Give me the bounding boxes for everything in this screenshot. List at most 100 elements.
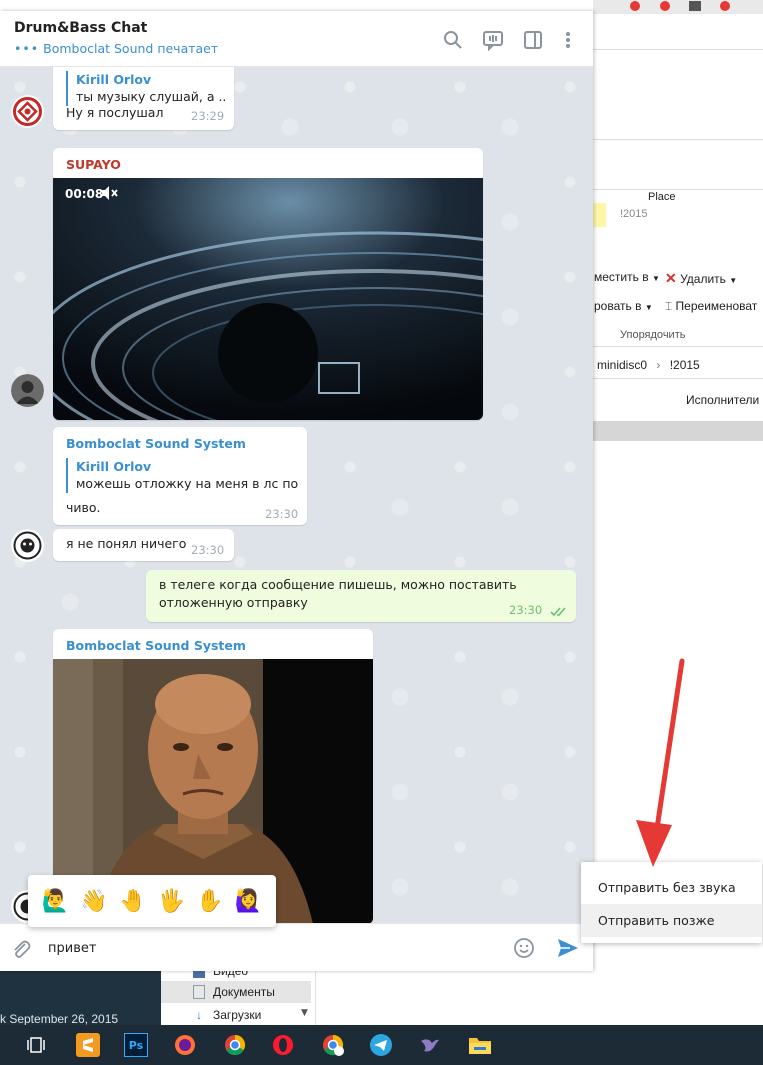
explorer-ribbon-tabs xyxy=(593,100,763,140)
sender-name[interactable]: Bomboclat Sound System xyxy=(66,436,246,451)
emoji-suggestions: 🙋‍♂️ 👋 🤚 🖐 ✋ 🙋‍♀️ xyxy=(28,875,276,927)
muted-speaker-icon[interactable] xyxy=(101,185,119,205)
reply-preview[interactable]: Kirill Orlov ты музыку слушай, а ... xyxy=(66,71,226,106)
emoji-picker-icon[interactable] xyxy=(513,937,535,963)
dropdown-arrow-icon: ▼ xyxy=(644,303,653,312)
rename-icon: ⌶ xyxy=(665,299,673,313)
message-bubble[interactable]: Kirill Orlov ты музыку слушай, а ... Ну … xyxy=(53,67,234,130)
delete-button[interactable]: ✕ Удалить ▼ xyxy=(665,270,737,287)
messages-area[interactable]: Kirill Orlov ты музыку слушай, а ... Ну … xyxy=(0,67,593,923)
emoji-suggestion[interactable]: 🙋‍♂️ xyxy=(39,889,71,914)
browser-tab-icon[interactable] xyxy=(653,0,677,14)
send-icon[interactable] xyxy=(556,936,580,964)
avatar[interactable] xyxy=(11,529,44,562)
firefox-icon[interactable] xyxy=(173,1033,197,1057)
column-artists[interactable]: Исполнители xyxy=(686,393,759,407)
documents-folder-icon xyxy=(193,985,205,999)
dropdown-arrow-icon: ▼ xyxy=(651,274,660,283)
message-time: 23:30 xyxy=(265,507,299,521)
message-bubble[interactable]: SUPAYO 00:08 xyxy=(53,148,483,420)
emoji-suggestion[interactable]: 🤚 xyxy=(117,889,149,914)
message-text: чиво. xyxy=(66,500,101,515)
send-silently-item[interactable]: Отправить без звука xyxy=(581,871,762,904)
browser-tab-icon[interactable] xyxy=(683,0,707,14)
selected-folder-highlight xyxy=(593,203,606,227)
search-icon[interactable] xyxy=(442,29,464,51)
reply-preview[interactable]: Kirill Orlov можешь отложку на меня в лс… xyxy=(66,458,298,493)
column-place[interactable]: Place xyxy=(648,191,676,203)
rename-button[interactable]: ⌶ Переименоват xyxy=(665,299,757,314)
copy-to-label: ровать в xyxy=(594,299,642,313)
turntable-video-frame xyxy=(53,178,483,420)
download-arrow-icon: ↓ xyxy=(196,1008,202,1022)
breadcrumb-minidisc[interactable]: minidisc0 xyxy=(597,358,647,372)
rename-label: Переименоват xyxy=(675,299,758,313)
message-composer xyxy=(0,923,593,971)
breadcrumb-separator: › xyxy=(656,358,661,372)
browser-tab-icon[interactable] xyxy=(623,0,647,14)
read-checkmarks-icon xyxy=(550,603,568,622)
sublime-text-icon[interactable] xyxy=(76,1033,100,1057)
breadcrumb: minidisc0 › !2015 xyxy=(597,358,700,372)
outgoing-message-bubble[interactable]: в телеге когда сообщение пишешь, можно п… xyxy=(146,570,576,622)
avatar[interactable] xyxy=(11,95,44,128)
scrollbar-area[interactable] xyxy=(593,421,763,441)
opera-icon[interactable] xyxy=(271,1033,295,1057)
nav-documents-label: Документы xyxy=(213,985,275,999)
nav-item-documents[interactable]: Документы xyxy=(161,981,311,1003)
scroll-down-icon[interactable]: ▼ xyxy=(301,1008,308,1018)
explorer-ribbon-top xyxy=(593,140,763,190)
typing-status: ••• Bomboclat Sound печатает xyxy=(14,41,218,56)
explorer-title-bar xyxy=(593,14,763,50)
message-text: я не понял ничего xyxy=(66,536,187,551)
telegram-icon[interactable] xyxy=(369,1033,393,1057)
bird-app-icon[interactable] xyxy=(418,1033,442,1057)
typing-dots-icon: ••• xyxy=(14,41,40,56)
windows-taskbar: Ps xyxy=(0,1025,763,1065)
move-to-button[interactable]: местить в ▼ xyxy=(594,270,660,284)
video-duration: 00:08 xyxy=(65,187,104,201)
emoji-suggestion[interactable]: 👋 xyxy=(78,889,110,914)
task-view-icon[interactable] xyxy=(24,1033,48,1057)
folder-year-label: !2015 xyxy=(620,208,648,220)
chrome-profile-icon[interactable] xyxy=(321,1033,345,1057)
chrome-icon[interactable] xyxy=(223,1033,247,1057)
delete-x-icon: ✕ xyxy=(665,270,677,286)
more-menu-icon[interactable] xyxy=(557,29,579,51)
message-bubble[interactable]: я не понял ничего 23:30 xyxy=(53,529,234,561)
video-chat-icon[interactable] xyxy=(482,29,504,52)
message-time: 23:29 xyxy=(191,109,225,123)
sender-name[interactable]: Bomboclat Sound System xyxy=(66,638,246,653)
copy-to-button[interactable]: ровать в ▼ xyxy=(594,299,653,313)
sender-name[interactable]: SUPAYO xyxy=(66,157,121,172)
attach-icon[interactable] xyxy=(10,938,32,964)
schedule-message-item[interactable]: Отправить позже xyxy=(581,904,762,937)
message-time: 23:30 xyxy=(191,543,225,557)
reply-text: можешь отложку на меня в лс по... xyxy=(76,476,298,491)
move-to-label: местить в xyxy=(594,270,649,284)
file-explorer-icon[interactable] xyxy=(468,1033,492,1057)
video-message[interactable]: 00:08 xyxy=(53,178,483,420)
photoshop-icon[interactable]: Ps xyxy=(124,1033,148,1057)
chat-title[interactable]: Drum&Bass Chat xyxy=(14,20,147,36)
sidebar-toggle-icon[interactable] xyxy=(522,29,544,51)
emoji-suggestion[interactable]: 🙋‍♀️ xyxy=(233,889,265,914)
nav-item-downloads[interactable]: ↓ Загрузки xyxy=(161,1004,311,1026)
typing-status-text: Bomboclat Sound печатает xyxy=(43,41,219,56)
reply-author: Kirill Orlov xyxy=(76,72,152,87)
avatar[interactable] xyxy=(11,374,44,407)
message-bubble[interactable]: Bomboclat Sound System Kirill Orlov може… xyxy=(53,427,307,525)
message-text-line2: отложенную отправку xyxy=(159,595,308,610)
nav-downloads-label: Загрузки xyxy=(213,1008,262,1022)
browser-tab-strip xyxy=(593,0,763,14)
emoji-suggestion[interactable]: 🖐 xyxy=(155,889,187,914)
desktop-date-text: k September 26, 2015 xyxy=(0,1012,119,1026)
emoji-suggestion[interactable]: ✋ xyxy=(194,889,226,914)
message-time: 23:30 xyxy=(509,603,543,617)
telegram-window: Drum&Bass Chat ••• Bomboclat Sound печата… xyxy=(0,11,593,971)
browser-tab-icon[interactable] xyxy=(713,0,737,14)
message-text-line1: в телеге когда сообщение пишешь, можно п… xyxy=(159,577,517,592)
breadcrumb-year[interactable]: !2015 xyxy=(670,358,700,372)
message-input[interactable] xyxy=(46,938,486,958)
delete-label: Удалить xyxy=(680,272,726,286)
